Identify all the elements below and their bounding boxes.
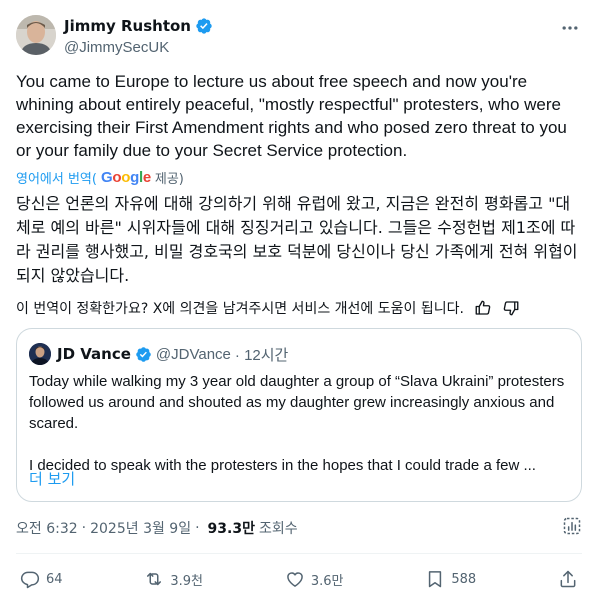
bookmark-count: 588 — [451, 571, 477, 587]
translation-feedback: 이 번역이 정확한가요? X에 의견을 남겨주시면 서비스 개선에 도움이 됩니… — [16, 298, 520, 318]
quoted-tweet-text: Today while walking my 3 year old daught… — [29, 371, 569, 497]
author-avatar[interactable] — [16, 15, 56, 55]
divider — [16, 553, 582, 554]
analytics-icon[interactable] — [562, 516, 582, 540]
translated-from-label[interactable]: 영어에서 번역( — [16, 168, 97, 187]
show-more-link[interactable]: 더 보기 — [29, 468, 75, 489]
tweet-meta: 오전 6:32 · 2025년 3월 9일 · 93.3만 조회수 — [16, 516, 582, 540]
heart-icon — [287, 572, 303, 587]
bookmark-button[interactable]: 588 — [425, 569, 476, 589]
translation-attribution[interactable]: 영어에서 번역( Google 제공) — [16, 168, 184, 187]
quoted-paragraph: Today while walking my 3 year old daught… — [29, 373, 565, 432]
author-name-row[interactable]: Jimmy Rushton — [64, 16, 213, 36]
quoted-tweet-card[interactable]: JD Vance @JDVance · 12시간 Today while wal… — [16, 328, 582, 502]
action-bar: 64 3.9천 3.6만 588 — [20, 565, 578, 593]
feedback-prompt: 이 번역이 정확한가요? X에 의견을 남겨주시면 서비스 개선에 도움이 됩니… — [16, 301, 464, 317]
tweet-time[interactable]: 오전 6:32 — [16, 518, 78, 538]
verified-badge-icon — [136, 346, 151, 362]
tweet-date[interactable]: 2025년 3월 9일 — [90, 518, 191, 538]
repost-count: 3.9천 — [170, 573, 204, 589]
reply-button[interactable]: 64 — [20, 569, 63, 589]
separator-dot: · — [195, 520, 200, 536]
separator-dot: · — [81, 520, 87, 536]
quoted-tweet-header: JD Vance @JDVance · 12시간 — [29, 343, 288, 365]
quoted-author-avatar[interactable] — [29, 343, 51, 365]
bookmark-icon — [429, 571, 442, 588]
translated-text: 당신은 언론의 자유에 대해 강의하기 위해 유럽에 왔고, 지금은 완전히 평… — [16, 194, 578, 285]
tweet-text: You came to Europe to lecture us about f… — [16, 72, 567, 160]
repost-button[interactable]: 3.9천 — [144, 569, 203, 589]
quoted-author-name[interactable]: JD Vance — [57, 345, 131, 363]
quoted-author-handle[interactable]: @JDVance — [156, 346, 231, 363]
share-button[interactable] — [558, 569, 578, 589]
repost-icon — [147, 572, 162, 586]
more-options-button[interactable] — [558, 18, 582, 38]
tweet-header: Jimmy Rushton @JimmySecUK — [16, 12, 582, 60]
thumbs-down-icon[interactable] — [502, 299, 520, 317]
provided-label: 제공) — [154, 172, 184, 187]
author-display-name[interactable]: Jimmy Rushton — [64, 17, 191, 35]
view-count-label: 조회수 — [258, 521, 298, 537]
view-count: 93.3만 — [207, 521, 255, 537]
more-horizontal-icon — [562, 26, 578, 30]
thumbs-up-icon[interactable] — [474, 299, 492, 317]
like-button[interactable]: 3.6만 — [285, 569, 344, 589]
google-logo: Google — [100, 169, 151, 186]
quoted-tweet-time[interactable]: · 12시간 — [235, 344, 288, 365]
author-handle[interactable]: @JimmySecUK — [64, 39, 213, 56]
quoted-paragraph: I decided to speak with the protesters i… — [29, 457, 536, 474]
reply-icon — [20, 571, 40, 589]
reply-count: 64 — [46, 571, 63, 587]
share-icon — [560, 570, 576, 588]
like-count: 3.6만 — [310, 573, 344, 589]
verified-badge-icon — [196, 18, 212, 34]
